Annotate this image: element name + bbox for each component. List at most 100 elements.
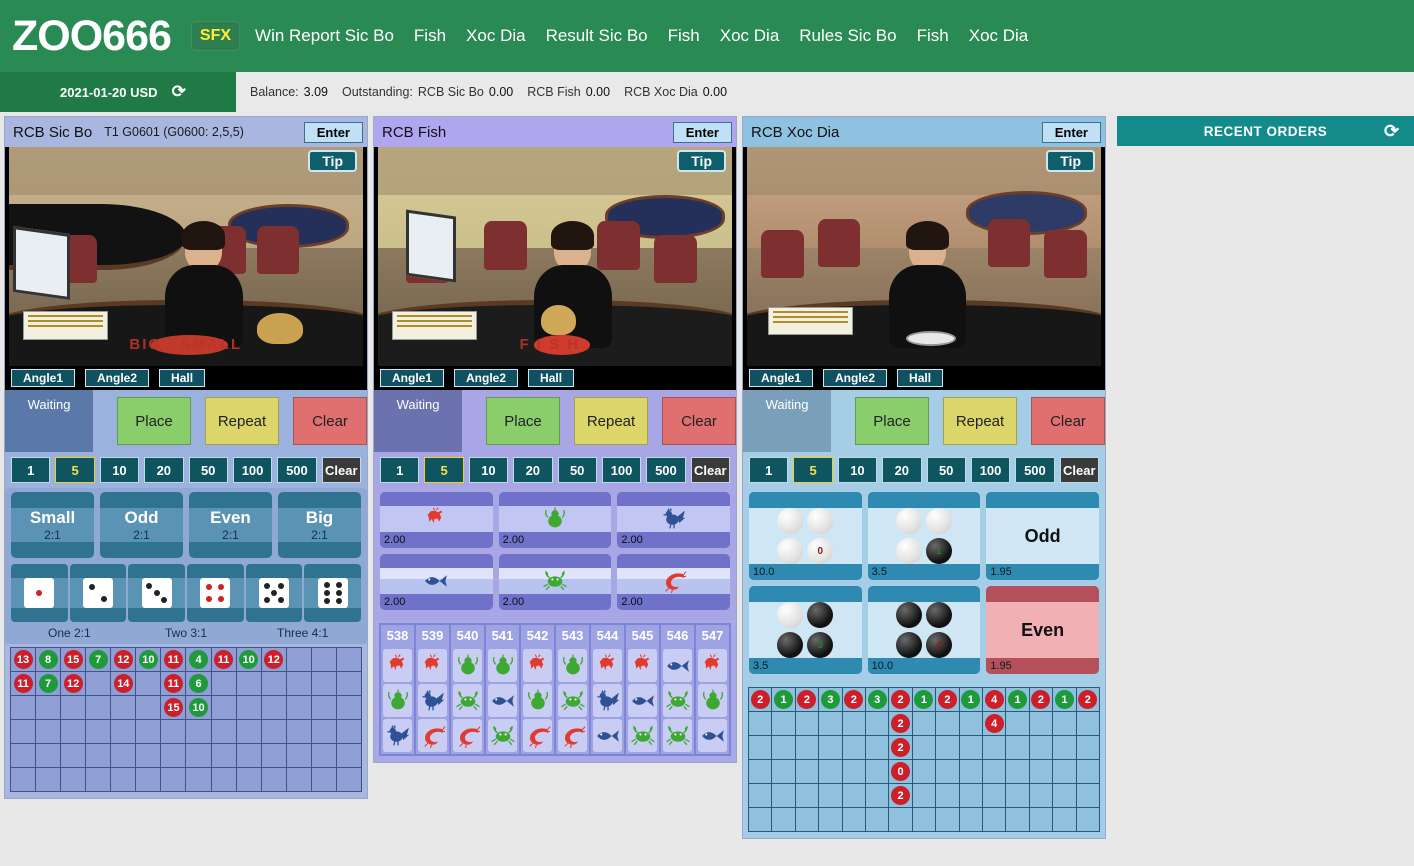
sic-bo-dice-bet-2[interactable] bbox=[69, 564, 127, 622]
xoc-dia-clear-button[interactable]: Clear bbox=[1031, 397, 1105, 445]
sic-bo-repeat-button[interactable]: Repeat bbox=[205, 397, 279, 445]
xoc-dia-angle2-button[interactable]: Angle2 bbox=[823, 369, 888, 387]
xoc-dia-bet-beads-0[interactable]: 0 10.0 bbox=[749, 492, 862, 580]
sic-bo-dice-bet-1[interactable] bbox=[11, 564, 68, 622]
sic-bo-dice-bet-4[interactable] bbox=[187, 564, 244, 622]
sic-bo-bet-big-odds: 2:1 bbox=[311, 528, 328, 542]
fish-chip-50[interactable]: 50 bbox=[557, 457, 597, 483]
sic-bo-chip-1[interactable]: 1 bbox=[11, 457, 51, 483]
nav-item-result-xoc-dia[interactable]: Xoc Dia bbox=[710, 20, 790, 52]
sic-bo-angle1-button[interactable]: Angle1 bbox=[11, 369, 76, 387]
balance-value: 3.09 bbox=[303, 85, 328, 99]
nav-item-sfx[interactable]: SFX bbox=[190, 21, 241, 51]
nav-item-win-report-sic-bo[interactable]: Win Report Sic Bo bbox=[245, 20, 404, 52]
xoc-dia-chip-10[interactable]: 10 bbox=[837, 457, 878, 483]
fish-tip-button[interactable]: Tip bbox=[677, 150, 726, 172]
sic-bo-chip-5[interactable]: 5 bbox=[55, 457, 95, 483]
sic-bo-chip-500[interactable]: 500 bbox=[277, 457, 317, 483]
xoc-dia-angle1-button[interactable]: Angle1 bbox=[749, 369, 814, 387]
gourd-icon bbox=[700, 688, 726, 714]
sic-bo-history-cell: 7 bbox=[36, 672, 62, 696]
sic-bo-bet-odd[interactable]: Odd 2:1 bbox=[100, 492, 183, 558]
fish-clear-button[interactable]: Clear bbox=[662, 397, 736, 445]
fish-bet-deer[interactable]: 2.00 bbox=[380, 492, 493, 548]
sic-bo-history-cell bbox=[211, 744, 237, 768]
nav-item-result-sic-bo[interactable]: Result Sic Bo bbox=[536, 20, 658, 52]
sic-bo-chip-clear[interactable]: Clear bbox=[321, 457, 361, 483]
fish-chip-20[interactable]: 20 bbox=[513, 457, 553, 483]
xoc-dia-chip-50[interactable]: 50 bbox=[926, 457, 966, 483]
fish-angle2-button[interactable]: Angle2 bbox=[454, 369, 519, 387]
xoc-dia-tip-button[interactable]: Tip bbox=[1046, 150, 1095, 172]
xoc-dia-history-cell bbox=[819, 808, 843, 832]
sic-bo-place-button[interactable]: Place bbox=[117, 397, 191, 445]
xoc-dia-enter-button[interactable]: Enter bbox=[1041, 121, 1101, 143]
sic-bo-chip-100[interactable]: 100 bbox=[232, 457, 273, 483]
fish-angle1-button[interactable]: Angle1 bbox=[380, 369, 445, 387]
nav-item-rules-fish[interactable]: Fish bbox=[907, 20, 959, 52]
sic-bo-chip-20[interactable]: 20 bbox=[144, 457, 184, 483]
fish-bet-fish[interactable]: 2.00 bbox=[380, 554, 493, 610]
fish-repeat-button[interactable]: Repeat bbox=[574, 397, 648, 445]
fish-chip-500[interactable]: 500 bbox=[646, 457, 686, 483]
xoc-dia-chip-clear[interactable]: Clear bbox=[1059, 457, 1099, 483]
recent-orders-refresh-icon[interactable]: ⟳ bbox=[1384, 122, 1400, 140]
sic-bo-chip-10[interactable]: 10 bbox=[99, 457, 140, 483]
xoc-dia-chip-20[interactable]: 20 bbox=[882, 457, 922, 483]
fish-chip-clear[interactable]: Clear bbox=[690, 457, 730, 483]
fish-enter-button[interactable]: Enter bbox=[672, 121, 732, 143]
xoc-dia-bet-even[interactable]: Even 1.95 bbox=[986, 586, 1100, 674]
sic-bo-hall-button[interactable]: Hall bbox=[159, 369, 206, 387]
sic-bo-video-stream[interactable]: BIG SMALL Tip Angle1 Angle2 Hall bbox=[5, 147, 367, 390]
nav-item-win-report-xoc-dia[interactable]: Xoc Dia bbox=[456, 20, 536, 52]
nav-item-win-report-fish[interactable]: Fish bbox=[404, 20, 456, 52]
xoc-dia-chip-500[interactable]: 500 bbox=[1015, 457, 1055, 483]
sic-bo-angle2-button[interactable]: Angle2 bbox=[85, 369, 150, 387]
fish-bet-shrimp[interactable]: 2.00 bbox=[617, 554, 731, 610]
fish-bet-gourd[interactable]: 2.00 bbox=[498, 492, 612, 548]
fish-chip-1[interactable]: 1 bbox=[380, 457, 420, 483]
sic-bo-dice-bet-6[interactable] bbox=[304, 564, 362, 622]
fish-chip-5[interactable]: 5 bbox=[424, 457, 464, 483]
xoc-dia-hall-button[interactable]: Hall bbox=[897, 369, 944, 387]
sic-bo-bet-big[interactable]: Big 2:1 bbox=[278, 492, 361, 558]
xoc-dia-bet-top bbox=[986, 492, 1100, 508]
fish-angle-controls: Angle1 Angle2 Hall bbox=[380, 369, 575, 387]
sic-bo-history-result-ball: 10 bbox=[138, 650, 158, 669]
sic-bo-history-cell bbox=[86, 696, 112, 720]
xoc-dia-bet-beads-3[interactable]: 3 3.5 bbox=[749, 586, 862, 674]
sic-bo-legend-three: Three 4:1 bbox=[276, 626, 329, 640]
sic-bo-chip-50[interactable]: 50 bbox=[188, 457, 228, 483]
xoc-dia-repeat-button[interactable]: Repeat bbox=[943, 397, 1017, 445]
refresh-icon[interactable]: ⟳ bbox=[172, 83, 188, 100]
sic-bo-history-result-ball: 14 bbox=[113, 674, 133, 693]
xoc-dia-history-cell bbox=[749, 784, 773, 808]
sic-bo-dice-bet-3[interactable] bbox=[128, 564, 186, 622]
xoc-dia-bet-beads-1[interactable]: 1 3.5 bbox=[867, 492, 981, 580]
xoc-dia-bet-odd[interactable]: Odd 1.95 bbox=[986, 492, 1100, 580]
xoc-dia-chip-5[interactable]: 5 bbox=[793, 457, 833, 483]
fish-chip-10[interactable]: 10 bbox=[468, 457, 509, 483]
fish-bet-crab[interactable]: 2.00 bbox=[498, 554, 612, 610]
xoc-dia-video-stream[interactable]: Tip Angle1 Angle2 Hall bbox=[743, 147, 1105, 390]
sic-bo-clear-button[interactable]: Clear bbox=[293, 397, 367, 445]
xoc-dia-bet-beads-4[interactable]: 4 10.0 bbox=[867, 586, 981, 674]
xoc-dia-chip-100[interactable]: 100 bbox=[970, 457, 1011, 483]
xoc-dia-chip-1[interactable]: 1 bbox=[749, 457, 789, 483]
sic-bo-tip-button[interactable]: Tip bbox=[308, 150, 357, 172]
nav-item-result-fish[interactable]: Fish bbox=[658, 20, 710, 52]
sic-bo-dice-bet-5[interactable] bbox=[245, 564, 303, 622]
sic-bo-history-cell bbox=[286, 672, 312, 696]
fish-hall-button[interactable]: Hall bbox=[528, 369, 575, 387]
fish-video-stream[interactable]: F I S H Tip Angle1 Angle2 Hall bbox=[374, 147, 736, 390]
fish-bet-rooster[interactable]: 2.00 bbox=[617, 492, 731, 548]
sic-bo-bet-even[interactable]: Even 2:1 bbox=[189, 492, 272, 558]
fish-place-button[interactable]: Place bbox=[486, 397, 560, 445]
nav-item-rules-xoc-dia[interactable]: Xoc Dia bbox=[959, 20, 1039, 52]
sic-bo-enter-button[interactable]: Enter bbox=[303, 121, 363, 143]
fish-chip-100[interactable]: 100 bbox=[601, 457, 642, 483]
xoc-dia-place-button[interactable]: Place bbox=[855, 397, 929, 445]
nav-item-rules-sic-bo[interactable]: Rules Sic Bo bbox=[789, 20, 906, 52]
sic-bo-bet-small[interactable]: Small 2:1 bbox=[11, 492, 94, 558]
sic-bo-history-cell bbox=[36, 768, 62, 792]
